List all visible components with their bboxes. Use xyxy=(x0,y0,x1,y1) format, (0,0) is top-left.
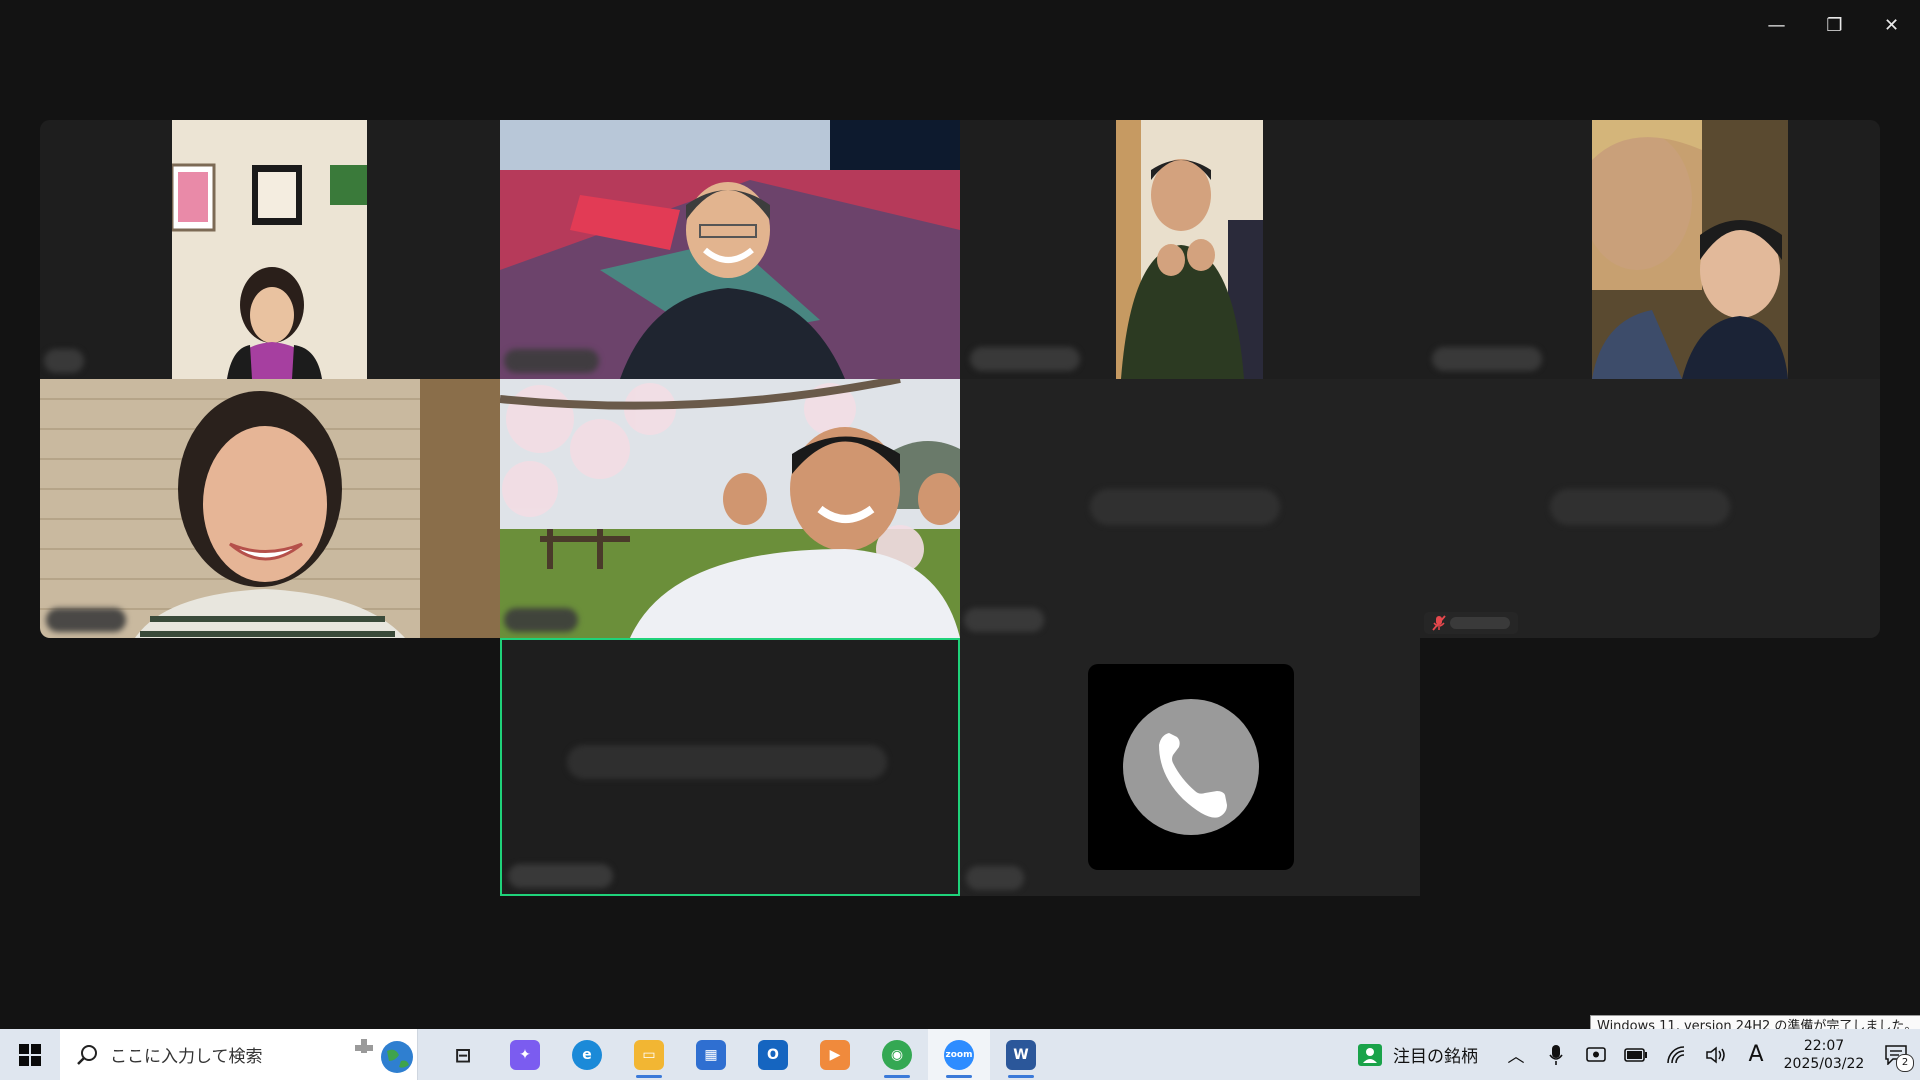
participant-display-name-p9 xyxy=(567,745,887,779)
network-tray-button[interactable] xyxy=(1656,1029,1696,1080)
participant-display-name-p7 xyxy=(1090,489,1280,525)
participant-name-p9 xyxy=(508,864,613,888)
video-frame-p6 xyxy=(500,379,960,638)
zoom-button[interactable]: zoom xyxy=(928,1029,990,1080)
clock-date: 2025/03/22 xyxy=(1783,1055,1865,1072)
participant-name-p1 xyxy=(44,349,84,373)
participant-name-p10 xyxy=(966,866,1024,890)
participant-video-p3 xyxy=(1116,120,1263,379)
mic-muted-icon xyxy=(1432,615,1446,631)
participant-name-p4 xyxy=(1432,347,1542,371)
participant-name-p2 xyxy=(504,349,599,373)
close-button[interactable]: ✕ xyxy=(1863,0,1920,50)
participant-tile-p4[interactable] xyxy=(1420,120,1880,379)
participant-name-p7 xyxy=(964,608,1044,632)
video-gallery xyxy=(40,120,1880,638)
show-hidden-icons-button[interactable]: ︿ xyxy=(1496,1029,1536,1080)
file-explorer-icon: ▭ xyxy=(634,1039,664,1070)
edge-icon: e xyxy=(572,1039,602,1070)
participant-tile-p6[interactable] xyxy=(500,379,960,638)
participant-tile-p2[interactable] xyxy=(500,120,960,379)
taskbar-clock[interactable]: 22:07 2025/03/22 xyxy=(1776,1037,1872,1073)
participant-name-p3 xyxy=(970,347,1080,371)
participant-video-p4 xyxy=(1592,120,1788,379)
participant-name-chip-p8 xyxy=(1424,612,1518,634)
outlook-icon: O xyxy=(758,1039,788,1070)
participant-name-p5 xyxy=(46,608,126,632)
screen-capture-tray-button[interactable] xyxy=(1576,1029,1616,1080)
outlook-button[interactable]: O xyxy=(742,1029,804,1080)
volume-tray-button[interactable] xyxy=(1696,1029,1736,1080)
participant-tile-p9[interactable] xyxy=(500,638,960,896)
copilot-button[interactable]: ✦ xyxy=(494,1029,556,1080)
screen-capture-icon xyxy=(1586,1046,1606,1062)
microsoft-store-button[interactable]: ▦ xyxy=(680,1029,742,1080)
battery-tray-button[interactable] xyxy=(1616,1029,1656,1080)
stock-chart-icon xyxy=(1358,1043,1382,1066)
windows-logo-icon xyxy=(19,1043,41,1066)
participant-tile-p10[interactable] xyxy=(960,638,1420,896)
microphone-tray-button[interactable] xyxy=(1536,1029,1576,1080)
participant-tile-p5[interactable] xyxy=(40,379,500,638)
clock-time: 22:07 xyxy=(1803,1037,1845,1054)
zoom-meeting-window: — ❐ ✕ xyxy=(0,0,1920,1029)
task-view-button[interactable]: ⊟ xyxy=(432,1029,494,1080)
video-frame-p5 xyxy=(40,379,500,638)
search-icon xyxy=(77,1044,97,1065)
start-button[interactable] xyxy=(0,1029,60,1080)
system-tray: 注目の銘柄 ︿ A 22:07 2025/03/22 2 xyxy=(1339,1029,1920,1080)
participant-name-p6 xyxy=(504,608,578,632)
word-icon: W xyxy=(1006,1039,1036,1070)
file-explorer-button[interactable]: ▭ xyxy=(618,1029,680,1080)
search-placeholder: ここに入力して検索 xyxy=(110,1047,263,1067)
wifi-icon xyxy=(1667,1045,1685,1063)
chevron-up-icon: ︿ xyxy=(1507,1047,1525,1067)
participant-tile-p8[interactable] xyxy=(1420,379,1880,638)
participant-video-p1 xyxy=(172,120,367,379)
media-player-icon: ▶ xyxy=(820,1039,850,1070)
taskbar-pinned-apps: ⊟ ✦ e ▭ ▦ O ▶ ◉ zoom W xyxy=(432,1029,1052,1080)
participant-tile-p3[interactable] xyxy=(960,120,1420,379)
microsoft-store-icon: ▦ xyxy=(696,1039,726,1070)
video-gallery-bottom-row xyxy=(500,638,1420,896)
search-highlight-globe-icon xyxy=(355,1038,413,1073)
participant-name-p8 xyxy=(1450,617,1510,629)
video-frame-p2 xyxy=(500,120,960,379)
video-frame-p3 xyxy=(1116,120,1263,379)
participant-tile-p7[interactable] xyxy=(960,379,1420,638)
restore-button[interactable]: ❐ xyxy=(1806,0,1863,50)
notification-center-button[interactable]: 2 xyxy=(1872,1029,1920,1080)
speaker-icon xyxy=(1706,1045,1725,1064)
participant-display-name-p8 xyxy=(1550,489,1730,525)
media-player-button[interactable]: ▶ xyxy=(804,1029,866,1080)
minimize-button[interactable]: — xyxy=(1748,0,1805,50)
battery-icon xyxy=(1624,1047,1647,1062)
video-frame-p1 xyxy=(172,120,367,379)
chrome-icon: ◉ xyxy=(882,1039,912,1070)
restore-icon: ❐ xyxy=(1826,14,1843,36)
taskbar-search-box[interactable]: ここに入力して検索 xyxy=(60,1029,418,1080)
notification-count-badge: 2 xyxy=(1896,1054,1914,1072)
edge-button[interactable]: e xyxy=(556,1029,618,1080)
stock-widget[interactable]: 注目の銘柄 xyxy=(1339,1042,1496,1067)
windows-taskbar: ここに入力して検索 ⊟ ✦ e ▭ ▦ O ▶ ◉ zoom W 注目の銘柄 ︿… xyxy=(0,1029,1920,1080)
participant-tile-p1[interactable] xyxy=(40,120,500,379)
chrome-button[interactable]: ◉ xyxy=(866,1029,928,1080)
close-icon: ✕ xyxy=(1883,14,1900,36)
minimize-icon: — xyxy=(1767,14,1786,36)
phone-participant-avatar xyxy=(1088,664,1294,870)
microphone-icon xyxy=(1549,1044,1563,1065)
task-view-icon: ⊟ xyxy=(454,1042,472,1067)
stock-widget-label: 注目の銘柄 xyxy=(1393,1047,1478,1067)
ime-indicator[interactable]: A xyxy=(1736,1029,1776,1080)
word-button[interactable]: W xyxy=(990,1029,1052,1080)
video-frame-p4 xyxy=(1592,120,1788,379)
zoom-icon: zoom xyxy=(944,1039,974,1070)
phone-icon xyxy=(1123,699,1259,835)
copilot-icon: ✦ xyxy=(510,1039,540,1070)
